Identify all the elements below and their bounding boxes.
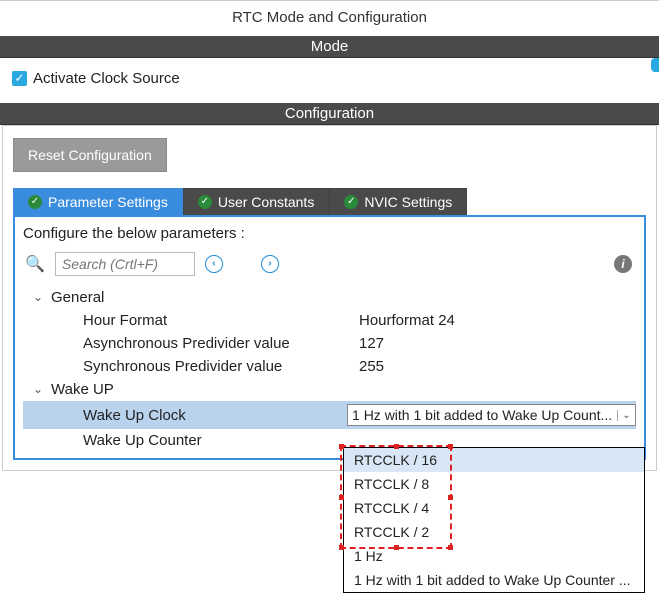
configuration-banner: Configuration — [0, 103, 659, 125]
param-value: 255 — [359, 358, 384, 375]
tab-label: Parameter Settings — [48, 194, 168, 210]
param-label: Hour Format — [83, 312, 359, 329]
tab-label: NVIC Settings — [364, 194, 452, 210]
configuration-banner-label: Configuration — [285, 105, 374, 122]
wakeup-clock-dropdown[interactable]: 1 Hz with 1 bit added to Wake Up Count..… — [347, 404, 636, 426]
param-wakeup-clock[interactable]: Wake Up Clock 1 Hz with 1 bit added to W… — [23, 401, 636, 429]
activate-clock-source-checkbox[interactable]: ✓ — [12, 71, 27, 86]
mode-banner: Mode — [0, 36, 659, 58]
check-icon: ✓ — [28, 195, 42, 209]
dropdown-option[interactable]: RTCCLK / 16 — [344, 448, 644, 472]
param-value: Hourformat 24 — [359, 312, 455, 329]
dropdown-option[interactable]: 1 Hz with 1 bit added to Wake Up Counter… — [344, 568, 644, 592]
chevron-down-icon: ⌄ — [33, 382, 45, 396]
dropdown-option[interactable]: RTCCLK / 4 — [344, 496, 644, 520]
param-value: 127 — [359, 335, 384, 352]
param-hour-format[interactable]: Hour Format Hourformat 24 — [23, 309, 636, 332]
tab-user-constants[interactable]: ✓ User Constants — [183, 188, 329, 215]
next-button[interactable]: › — [261, 255, 279, 273]
info-icon[interactable]: i — [614, 255, 632, 273]
activate-clock-source-row[interactable]: ✓ Activate Clock Source — [12, 70, 647, 87]
mode-section: ✓ Activate Clock Source — [0, 58, 659, 103]
param-label: Asynchronous Predivider value — [83, 335, 359, 352]
dropdown-value: 1 Hz with 1 bit added to Wake Up Count..… — [348, 407, 617, 423]
param-sync-predivider[interactable]: Synchronous Predivider value 255 — [23, 355, 636, 378]
tab-bar: ✓ Parameter Settings ✓ User Constants ✓ … — [13, 188, 646, 217]
param-label: Synchronous Predivider value — [83, 358, 359, 375]
tab-label: User Constants — [218, 194, 314, 210]
tab-nvic-settings[interactable]: ✓ NVIC Settings — [329, 188, 467, 215]
check-icon: ✓ — [344, 195, 358, 209]
scroll-indicator — [651, 58, 659, 72]
param-label: Wake Up Counter — [83, 432, 359, 449]
group-label: Wake UP — [51, 381, 114, 398]
chevron-down-icon: ⌄ — [617, 410, 635, 421]
chevron-down-icon: ⌄ — [33, 290, 45, 304]
search-icon[interactable]: 🔍 — [25, 254, 45, 274]
tab-parameter-settings[interactable]: ✓ Parameter Settings — [13, 188, 183, 215]
configuration-section: Reset Configuration ✓ Parameter Settings… — [2, 125, 657, 471]
search-input[interactable] — [55, 252, 195, 276]
dropdown-option[interactable]: 1 Hz — [344, 544, 644, 568]
parameter-settings-panel: Configure the below parameters : 🔍 ‹ › i… — [13, 217, 646, 460]
activate-clock-source-label: Activate Clock Source — [33, 70, 180, 87]
window-title: RTC Mode and Configuration — [0, 1, 659, 36]
wakeup-clock-dropdown-list[interactable]: RTCCLK / 16 RTCCLK / 8 RTCCLK / 4 RTCCLK… — [343, 447, 645, 593]
dropdown-option[interactable]: RTCCLK / 2 — [344, 520, 644, 544]
panel-toolbar: 🔍 ‹ › i — [23, 250, 636, 286]
prev-button[interactable]: ‹ — [205, 255, 223, 273]
param-label: Wake Up Clock — [83, 407, 347, 424]
parameter-tree: ⌄ General Hour Format Hourformat 24 Asyn… — [23, 286, 636, 452]
check-icon: ✓ — [198, 195, 212, 209]
panel-title: Configure the below parameters : — [23, 225, 636, 242]
mode-banner-label: Mode — [311, 38, 349, 55]
reset-configuration-button[interactable]: Reset Configuration — [13, 138, 167, 172]
group-label: General — [51, 289, 104, 306]
param-async-predivider[interactable]: Asynchronous Predivider value 127 — [23, 332, 636, 355]
group-general[interactable]: ⌄ General — [23, 286, 636, 309]
dropdown-option[interactable]: RTCCLK / 8 — [344, 472, 644, 496]
group-wakeup[interactable]: ⌄ Wake UP — [23, 378, 636, 401]
